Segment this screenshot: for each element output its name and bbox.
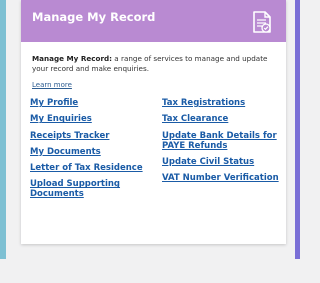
link-my-profile[interactable]: My Profile	[30, 98, 170, 108]
link-receipts-tracker[interactable]: Receipts Tracker	[30, 131, 170, 141]
link-vat-number-verification[interactable]: VAT Number Verification	[162, 173, 282, 183]
link-update-bank-details[interactable]: Update Bank Details for PAYE Refunds	[162, 131, 282, 151]
manage-my-record-card: Manage My Record Manage My Record: a ran…	[21, 0, 286, 244]
description-label: Manage My Record:	[32, 54, 113, 63]
link-tax-registrations[interactable]: Tax Registrations	[162, 98, 282, 108]
link-my-documents[interactable]: My Documents	[30, 147, 170, 157]
learn-more-link[interactable]: Learn more	[32, 81, 72, 89]
adjacent-card-edge-left	[0, 0, 6, 259]
link-letter-of-tax-residence[interactable]: Letter of Tax Residence	[30, 163, 170, 173]
document-checklist-icon	[253, 11, 271, 33]
link-my-enquiries[interactable]: My Enquiries	[30, 114, 170, 124]
link-upload-supporting-documents[interactable]: Upload Supporting Documents	[30, 179, 170, 199]
card-description: Manage My Record: a range of services to…	[32, 54, 278, 74]
service-links-right: Tax Registrations Tax Clearance Update B…	[162, 98, 282, 189]
link-tax-clearance[interactable]: Tax Clearance	[162, 114, 282, 124]
card-header: Manage My Record	[21, 0, 286, 42]
service-links-left: My Profile My Enquiries Receipts Tracker…	[30, 98, 170, 206]
link-update-civil-status[interactable]: Update Civil Status	[162, 157, 282, 167]
adjacent-card-edge-right	[295, 0, 300, 259]
card-title: Manage My Record	[32, 10, 156, 24]
